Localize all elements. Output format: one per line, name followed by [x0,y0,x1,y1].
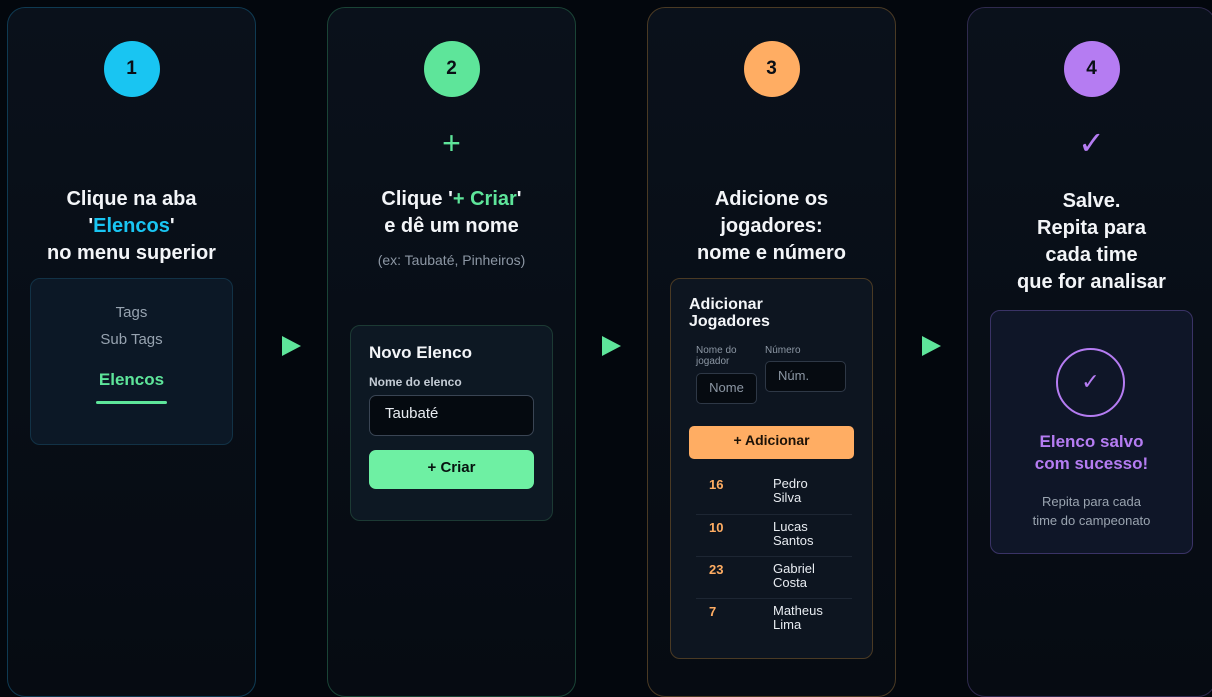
menu-item-sub-tags[interactable]: Sub Tags [31,331,232,348]
step-2-heading-line2: e dê um nome [384,215,519,237]
player-row[interactable]: 23 Gabriel Costa [696,557,852,599]
step-1-heading-line3: no menu superior [47,242,216,264]
number-field-label: Número [765,345,801,356]
player-last-name: Costa [773,575,807,590]
step-1-highlight: Elencos [93,215,170,237]
active-tab-underline [96,401,167,404]
player-number: 10 [709,520,724,535]
arrow-2-icon [602,336,621,356]
step-3-heading: Adicione os jogadores: nome e número [648,186,895,267]
success-check-icon: ✓ [1081,369,1100,394]
player-first-name: Gabriel [773,561,815,576]
elenco-name-input[interactable]: Taubaté [369,395,534,436]
step-3-heading-line3: nome e número [697,242,846,264]
add-player-button[interactable]: + Adicionar [689,426,854,459]
player-last-name: Silva [773,490,802,505]
step-1-heading-line1: Clique na aba [66,188,197,210]
step-3-heading-line2: jogadores: [720,215,823,237]
quote-close: ' [169,215,175,237]
player-last-name: Santos [773,533,814,548]
step-2-card: 2 + Clique '+ Criar' e dê um nome (ex: T… [327,7,576,697]
player-last-name: Lima [773,617,802,632]
player-name: Gabriel Costa [773,562,815,590]
new-elenco-form: Novo Elenco Nome do elenco Taubaté + Cri… [350,325,553,521]
success-circle-icon: ✓ [1056,348,1125,417]
form-title: Novo Elenco [369,343,472,362]
field-label: Nome do elenco [369,375,462,389]
player-first-name: Pedro [773,476,808,491]
player-name-input[interactable]: Nome [696,373,757,404]
success-title-line1: Elenco salvo [1039,432,1144,451]
player-first-name: Matheus [773,603,823,618]
panel-title-line2: Jogadores [689,313,770,330]
step-2-hint: (ex: Taubaté, Pinheiros) [377,252,526,268]
step-2-heading: Clique '+ Criar' e dê um nome [328,186,575,240]
step-4-heading: Salve. Repita para cada time que for ana… [968,188,1212,296]
step-4-heading-line3: cada time [1045,244,1138,266]
step-4-heading-line1: Salve. [1062,190,1121,212]
heading-post: ' [516,188,522,210]
step-2-heading-line1: Clique '+ Criar' [328,186,575,213]
step-1-heading-line2: 'Elencos' [8,213,255,240]
step-1-card: 1 Clique na aba 'Elencos' no menu superi… [7,7,256,697]
player-first-name: Lucas [773,519,808,534]
create-button[interactable]: + Criar [369,450,534,489]
success-title: Elenco salvo com sucesso! [991,431,1192,475]
panel-title: Adicionar Jogadores [689,296,770,330]
step-4-heading-line2: Repita para [1037,217,1146,239]
player-row[interactable]: 7 Matheus Lima [696,599,852,640]
step-4-card: 4 ✓ Salve. Repita para cada time que for… [967,7,1212,697]
arrow-1-icon [282,336,301,356]
player-name: Matheus Lima [773,604,823,632]
menu-preview: Tags Sub Tags Elencos [30,278,233,445]
player-number: 7 [709,604,717,619]
player-list: 16 Pedro Silva 10 Lucas Santos 23 Gabrie… [696,473,852,640]
step-4-badge: 4 [1063,41,1120,97]
name-field-label: Nome do jogador [696,345,737,367]
player-name: Pedro Silva [773,477,808,505]
player-row[interactable]: 10 Lucas Santos [696,515,852,557]
step-1-badge: 1 [103,41,160,97]
heading-pre: Clique ' [381,188,453,210]
player-number-input[interactable]: Núm. [765,361,846,392]
step-2-highlight: + Criar [452,188,517,210]
player-number: 23 [709,562,724,577]
player-name: Lucas Santos [773,520,813,548]
check-icon: ✓ [1078,125,1105,161]
menu-item-elencos[interactable]: Elencos [31,370,232,390]
menu-item-tags[interactable]: Tags [31,304,232,321]
success-note-line1: Repita para cada [1041,494,1141,509]
panel-title-line1: Adicionar [689,296,763,313]
success-note-line2: time do campeonato [1032,513,1151,528]
add-players-panel: Adicionar Jogadores Nome do jogador Nome… [670,278,873,659]
plus-icon: + [442,125,461,161]
name-label-line2: jogador [696,356,730,367]
name-label-line1: Nome do [696,345,737,356]
step-3-badge: 3 [743,41,800,97]
player-row[interactable]: 16 Pedro Silva [696,473,852,515]
success-panel: ✓ Elenco salvo com sucesso! Repita para … [990,310,1193,554]
step-4-heading-line4: que for analisar [1017,271,1166,293]
step-3-card: 3 Adicione os jogadores: nome e número A… [647,7,896,697]
player-number: 16 [709,477,724,492]
step-2-badge: 2 [423,41,480,97]
step-1-heading: Clique na aba 'Elencos' no menu superior [8,186,255,267]
arrow-3-icon [922,336,941,356]
success-note: Repita para cada time do campeonato [991,492,1192,530]
step-3-heading-line1: Adicione os [714,188,829,210]
success-title-line2: com sucesso! [1034,454,1149,473]
